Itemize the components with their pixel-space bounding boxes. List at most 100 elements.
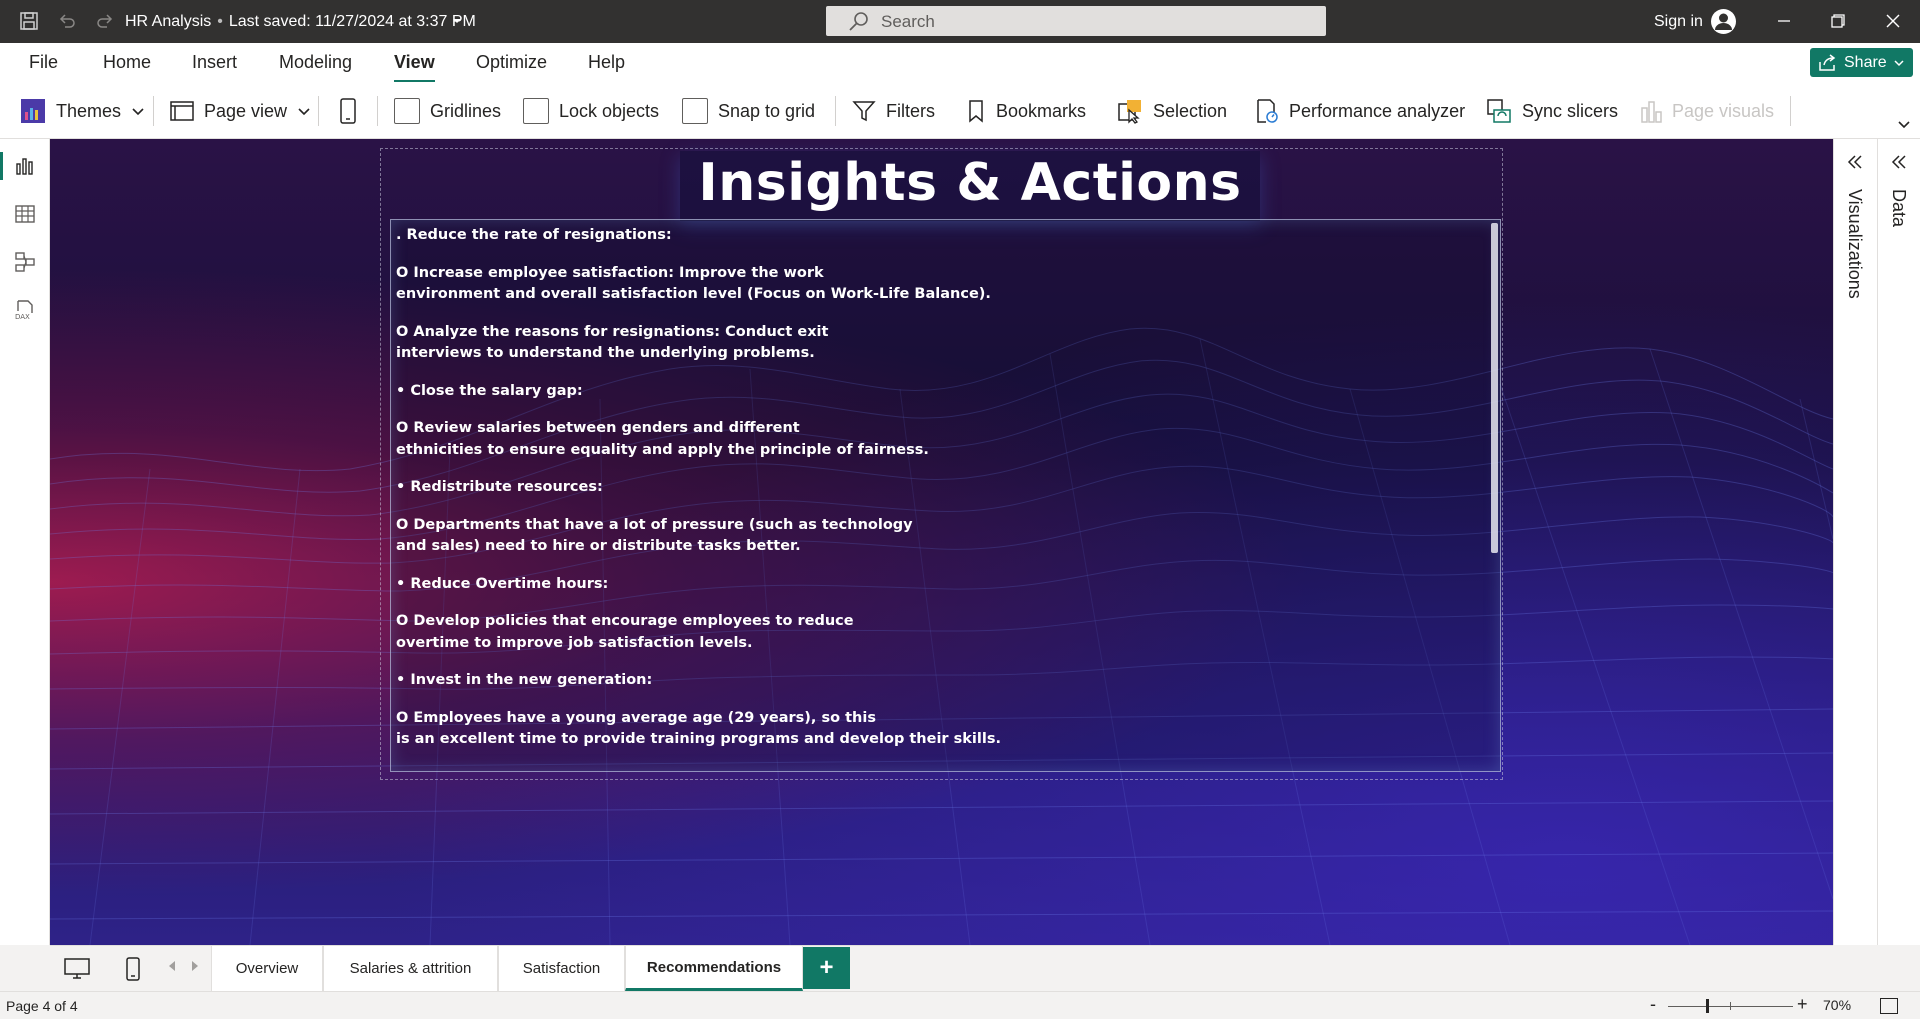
zoom-slider-thumb[interactable] [1706, 999, 1709, 1013]
page-tab-satisfaction[interactable]: Satisfaction [498, 946, 625, 991]
search-placeholder: Search [881, 12, 935, 31]
redo-icon[interactable] [94, 10, 116, 32]
insight-line: ethnicities to ensure equality and apply… [396, 441, 929, 458]
pane-divider [1877, 139, 1878, 945]
filters-button[interactable]: Filters [852, 96, 935, 126]
search-box[interactable]: Search [826, 6, 1326, 36]
page-visuals-button[interactable]: Page visuals [1640, 96, 1774, 126]
share-label: Share [1844, 53, 1887, 71]
menu-help[interactable]: Help [588, 52, 625, 73]
menu-modeling[interactable]: Modeling [279, 52, 352, 73]
menu-bar: File Home Insert Modeling View Optimize … [0, 43, 1920, 83]
page-tabs-bar: Overview Salaries & attrition Satisfacti… [50, 945, 1833, 991]
dax-query-view-icon[interactable]: DAX [12, 297, 38, 323]
menu-insert[interactable]: Insert [192, 52, 237, 73]
snap-to-grid-label: Snap to grid [718, 100, 816, 121]
insight-line: • Redistribute resources: [396, 479, 603, 495]
title-dropdown-icon[interactable] [450, 14, 464, 28]
save-icon[interactable] [18, 10, 40, 32]
page-visuals-icon [1641, 101, 1662, 123]
filters-label: Filters [886, 100, 935, 121]
sync-slicers-button[interactable]: Sync slicers [1486, 96, 1618, 126]
search-icon [849, 12, 868, 31]
insight-line: O Analyze the reasons for resignations: … [396, 323, 829, 340]
file-name: HR Analysis [125, 13, 212, 30]
insight-line: • Close the salary gap: [396, 382, 583, 399]
gridlines-checkbox[interactable] [394, 98, 420, 124]
ribbon-divider [835, 96, 836, 126]
desktop-layout-icon[interactable] [62, 954, 92, 984]
data-pane-tab[interactable]: Data [1888, 189, 1909, 227]
themes-button[interactable]: Themes [20, 96, 145, 126]
visualizations-pane-tab[interactable]: Visualizations [1844, 189, 1865, 299]
next-page-icon[interactable] [190, 960, 200, 975]
ribbon-divider [377, 96, 378, 126]
view-ribbon: Themes Page view Gridlines Lock objects … [0, 82, 1920, 139]
insights-textbox[interactable]: . Reduce the rate of resignations: O Incr… [390, 219, 1501, 772]
page-view-label: Page view [204, 100, 288, 121]
close-icon[interactable] [1882, 10, 1904, 32]
restore-icon[interactable] [1827, 10, 1849, 32]
report-view-icon[interactable] [12, 153, 38, 179]
zoom-level[interactable]: 70% [1823, 997, 1851, 1013]
snap-to-grid-toggle[interactable]: Snap to grid [682, 96, 815, 126]
add-page-button[interactable]: + [803, 947, 850, 989]
menu-optimize[interactable]: Optimize [476, 52, 547, 73]
insight-line: environment and overall satisfaction lev… [396, 286, 991, 302]
zoom-in-button[interactable]: + [1797, 994, 1808, 1015]
page-tab-salaries-attrition[interactable]: Salaries & attrition [323, 946, 498, 991]
report-canvas[interactable]: Insights & Actions . Reduce the rate of … [50, 139, 1833, 945]
insight-paragraph: O Develop policies that encourage employ… [396, 611, 1476, 654]
lock-objects-toggle[interactable]: Lock objects [523, 96, 659, 126]
page-visuals-label: Page visuals [1672, 100, 1775, 121]
table-view-icon[interactable] [12, 201, 38, 227]
mobile-layout-button[interactable] [339, 96, 357, 126]
active-view-indicator [0, 152, 3, 180]
sign-in-link[interactable]: Sign in [1654, 13, 1703, 31]
file-title: HR Analysis • Last saved: 11/27/2024 at 3:… [125, 13, 476, 30]
title-bar: HR Analysis • Last saved: 11/27/2024 at 3:… [0, 0, 1920, 43]
chevron-down-icon [132, 108, 144, 116]
undo-icon[interactable] [56, 10, 78, 32]
menu-file[interactable]: File [29, 52, 58, 73]
menu-home[interactable]: Home [103, 52, 151, 73]
report-title[interactable]: Insights & Actions [690, 153, 1250, 213]
avatar[interactable] [1711, 9, 1736, 34]
insight-line: O Develop policies that encourage employ… [396, 613, 854, 629]
view-switcher-rail: DAX [0, 139, 50, 945]
menu-view[interactable]: View [394, 52, 435, 83]
insight-paragraph: • Close the salary gap: [396, 381, 1476, 403]
snap-to-grid-checkbox[interactable] [682, 98, 708, 124]
insight-paragraph: . Reduce the rate of resignations: [396, 225, 1476, 247]
sync-slicers-label: Sync slicers [1522, 100, 1619, 121]
share-icon [1819, 53, 1836, 71]
ribbon-divider [153, 96, 154, 126]
zoom-out-button[interactable]: - [1650, 994, 1656, 1015]
expand-data-icon[interactable] [1890, 153, 1908, 171]
page-tab-overview[interactable]: Overview [211, 946, 323, 991]
textbox-scrollbar[interactable] [1491, 223, 1498, 553]
mobile-layout-icon[interactable] [118, 954, 148, 984]
bookmarks-button[interactable]: Bookmarks [966, 96, 1086, 126]
lock-objects-label: Lock objects [559, 100, 660, 121]
minimize-icon[interactable] [1773, 10, 1795, 32]
lock-objects-checkbox[interactable] [523, 98, 549, 124]
insights-text: . Reduce the rate of resignations: O Incr… [396, 225, 1476, 767]
expand-visualizations-icon[interactable] [1846, 153, 1864, 171]
insight-line: interviews to understand the underlying … [396, 345, 815, 361]
selection-button[interactable]: Selection [1117, 96, 1227, 126]
previous-page-icon[interactable] [167, 960, 177, 975]
performance-analyzer-button[interactable]: Performance analyzer [1255, 96, 1465, 126]
insight-line: is an excellent time to provide training… [396, 731, 1001, 747]
insight-paragraph: • Redistribute resources: [396, 477, 1476, 499]
gridlines-label: Gridlines [430, 100, 502, 121]
insight-line: O Review salaries between genders and di… [396, 420, 800, 436]
page-tab-recommendations[interactable]: Recommendations [625, 946, 803, 991]
share-button[interactable]: Share [1810, 48, 1913, 77]
page-view-button[interactable]: Page view [170, 96, 311, 126]
fit-to-page-icon[interactable] [1880, 998, 1898, 1014]
model-view-icon[interactable] [12, 249, 38, 275]
ribbon-collapse-icon[interactable] [1897, 118, 1911, 132]
gridlines-toggle[interactable]: Gridlines [394, 96, 501, 126]
mobile-layout-icon [340, 98, 356, 124]
